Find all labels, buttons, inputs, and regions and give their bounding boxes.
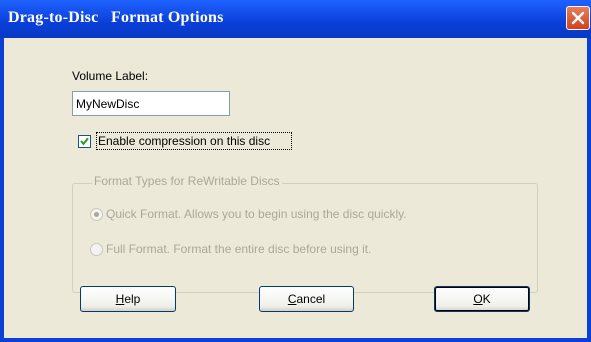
title-bar[interactable]: Drag-to-Disc Format Options	[0, 0, 591, 38]
full-format-label: Full Format. Format the entire disc befo…	[106, 242, 372, 256]
format-types-group	[72, 183, 538, 293]
radio-selected-dot	[94, 212, 99, 217]
window-title: Drag-to-Disc Format Options	[8, 9, 224, 26]
quick-format-radio[interactable]	[90, 208, 103, 221]
dialog-window: Drag-to-Disc Format Options Volume Label…	[0, 0, 591, 342]
help-label-rest: elp	[124, 292, 141, 306]
dialog-body: Volume Label: Enable compression on this…	[4, 38, 587, 338]
help-button[interactable]: Help	[80, 286, 176, 312]
volume-label-caption: Volume Label:	[72, 69, 149, 83]
close-icon	[571, 11, 585, 25]
ok-label-rest: K	[482, 292, 491, 306]
ok-mnemonic: O	[473, 292, 483, 306]
checkmark-icon	[80, 137, 89, 146]
volume-label-input[interactable]	[72, 91, 230, 116]
format-types-legend: Format Types for ReWritable Discs	[92, 174, 282, 188]
cancel-label-rest: ancel	[296, 292, 326, 306]
quick-format-label: Quick Format. Allows you to begin using …	[106, 207, 407, 221]
compression-label[interactable]: Enable compression on this disc	[98, 134, 270, 148]
ok-button[interactable]: OK	[434, 286, 530, 312]
full-format-radio[interactable]	[90, 243, 103, 256]
close-button[interactable]	[566, 6, 590, 30]
cancel-button[interactable]: Cancel	[259, 286, 354, 312]
compression-checkbox[interactable]	[78, 135, 91, 148]
